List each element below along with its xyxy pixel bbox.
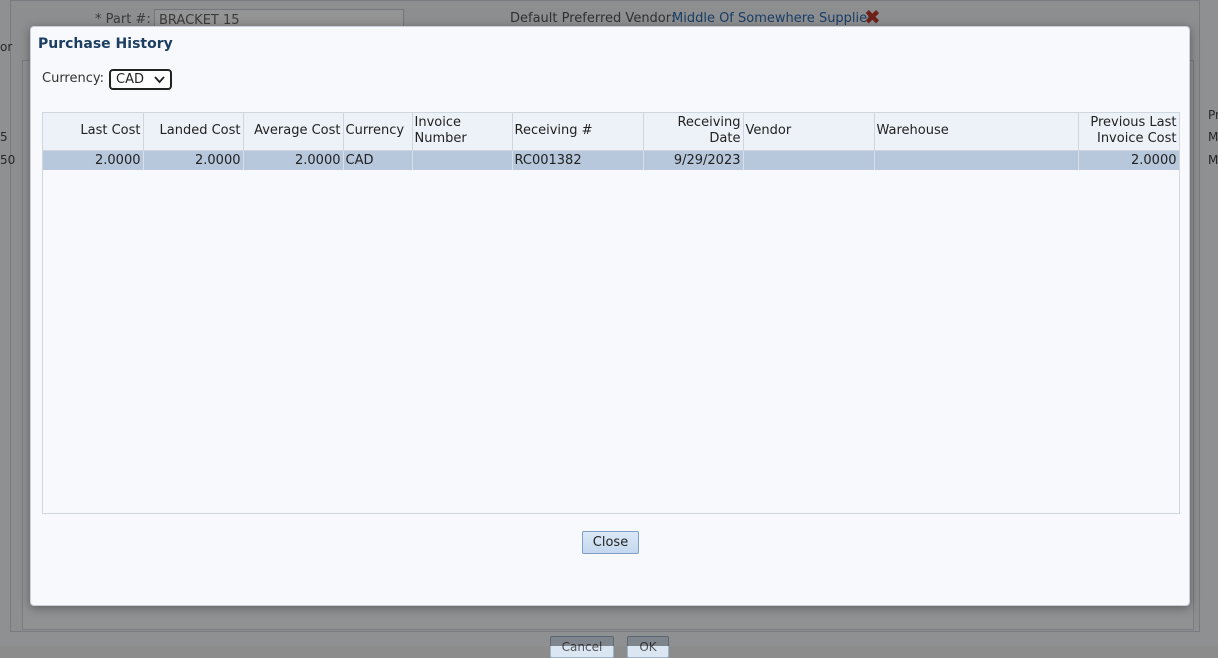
currency-label: Currency:	[42, 71, 105, 86]
currency-select[interactable]: CAD	[109, 69, 172, 90]
col-header-vendor[interactable]: Vendor	[743, 113, 875, 151]
cell-warehouse	[874, 150, 1079, 170]
cell-average-cost: 2.0000	[243, 150, 344, 170]
table-row[interactable]: 2.0000 2.0000 2.0000 CAD RC001382 9/29/2…	[43, 150, 1179, 170]
col-header-previous-last-invoice-cost[interactable]: Previous Last Invoice Cost	[1078, 113, 1179, 151]
col-header-receiving-no[interactable]: Receiving #	[512, 113, 644, 151]
cell-receiving-no: RC001382	[512, 150, 644, 170]
col-header-invoice-number[interactable]: Invoice Number	[412, 113, 513, 151]
cell-currency: CAD	[343, 150, 413, 170]
chevron-down-icon	[154, 76, 165, 84]
col-header-receiving-date[interactable]: Receiving Date	[643, 113, 744, 151]
col-header-warehouse[interactable]: Warehouse	[874, 113, 1079, 151]
cell-receiving-date: 9/29/2023	[643, 150, 744, 170]
purchase-history-table: Last Cost Landed Cost Average Cost Curre…	[43, 113, 1179, 170]
currency-select-value: CAD	[116, 72, 144, 87]
close-button[interactable]: Close	[582, 531, 639, 554]
dialog-title: Purchase History	[38, 36, 173, 52]
cell-landed-cost: 2.0000	[143, 150, 244, 170]
cell-vendor	[743, 150, 875, 170]
cell-invoice-number	[412, 150, 513, 170]
cell-last-cost: 2.0000	[43, 150, 144, 170]
col-header-currency[interactable]: Currency	[343, 113, 413, 151]
cell-previous-last-invoice-cost: 2.0000	[1078, 150, 1179, 170]
purchase-history-grid: Last Cost Landed Cost Average Cost Curre…	[42, 112, 1180, 514]
table-header-row: Last Cost Landed Cost Average Cost Curre…	[43, 113, 1179, 151]
col-header-last-cost[interactable]: Last Cost	[43, 113, 144, 151]
purchase-history-dialog: Purchase History Currency: CAD Last Cost…	[30, 26, 1190, 606]
col-header-landed-cost[interactable]: Landed Cost	[143, 113, 244, 151]
col-header-average-cost[interactable]: Average Cost	[243, 113, 344, 151]
